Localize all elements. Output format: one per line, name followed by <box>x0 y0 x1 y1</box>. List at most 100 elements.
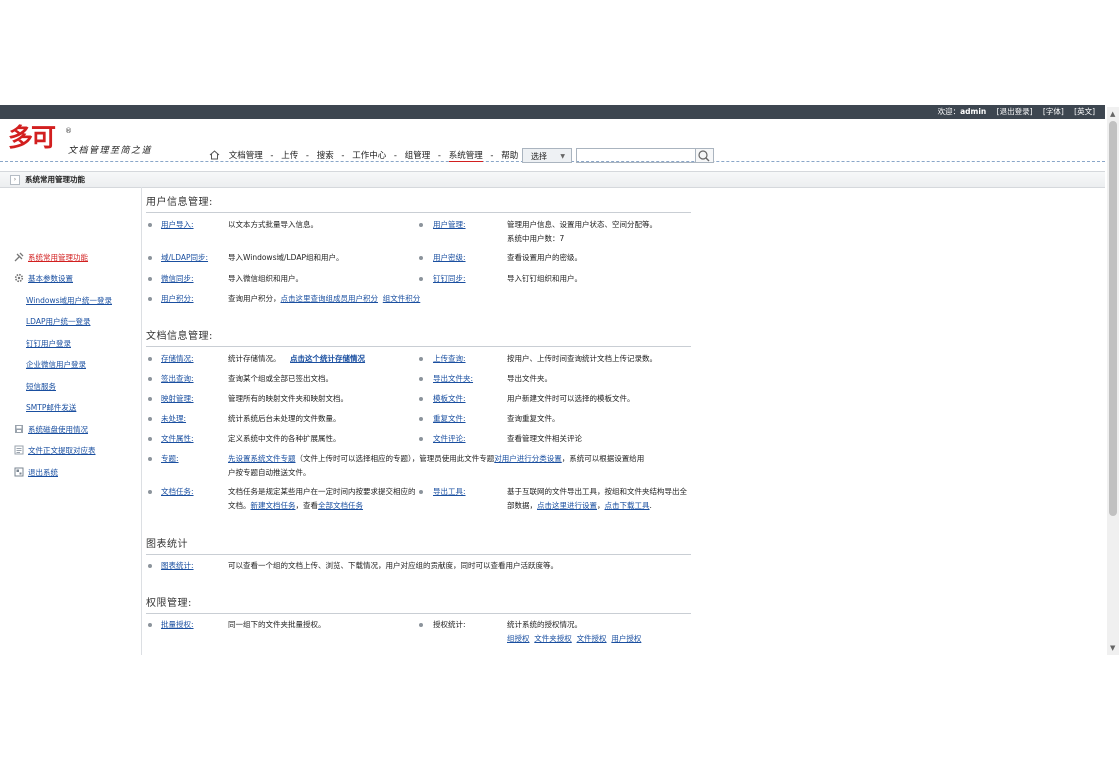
storage-stats-link[interactable]: 点击这个统计存储情况 <box>290 354 365 363</box>
sidebar-item-wecom-login[interactable]: 企业微信用户登录 <box>26 359 86 370</box>
collapse-toggle-icon[interactable]: › <box>10 175 20 185</box>
sidebar: 系统常用管理功能 基本参数设置 Windows域用户统一登录 LDAP用户统一登… <box>6 187 142 655</box>
unprocessed-link[interactable]: 未处理: <box>161 412 186 426</box>
sidebar-item-exit[interactable]: 退出系统 <box>14 467 58 478</box>
wechat-sync-link[interactable]: 微信同步: <box>161 272 194 286</box>
file-auth-link[interactable]: 文件授权 <box>577 634 607 643</box>
export-folder-link[interactable]: 导出文件夹: <box>433 372 473 386</box>
bullet-icon <box>419 256 423 260</box>
sidebar-item-basic-params[interactable]: 基本参数设置 <box>14 273 73 284</box>
section-user-info: 用户信息管理: <box>146 193 691 213</box>
bullet-icon <box>148 623 152 627</box>
group-file-points-link[interactable]: 组文件积分 <box>383 294 421 303</box>
language-link[interactable]: [英文] <box>1074 107 1095 116</box>
set-topic-link[interactable]: 先设置系统文件专题 <box>228 454 296 463</box>
checkout-query-desc: 查询某个组或全部已签出文档。 <box>228 374 333 383</box>
gear-icon <box>14 273 24 283</box>
nav-separator: - <box>270 151 274 161</box>
user-import-link[interactable]: 用户导入: <box>161 218 194 232</box>
sidebar-item-text-extract[interactable]: 文件正文提取对应表 <box>14 445 96 456</box>
checkout-query-link[interactable]: 签出查询: <box>161 372 194 386</box>
section-title: 文档信息管理: <box>146 327 691 347</box>
export-tool-link[interactable]: 导出工具: <box>433 485 466 499</box>
file-comment-link[interactable]: 文件评论: <box>433 432 466 446</box>
topic-link[interactable]: 专题: <box>161 452 179 466</box>
bullet-icon <box>419 397 423 401</box>
search-input[interactable] <box>576 148 696 163</box>
ldap-sync-link[interactable]: 域/LDAP同步: <box>161 251 208 265</box>
user-manage-desc: 管理用户信息、设置用户状态、空间分配等。 <box>507 220 657 229</box>
mapping-manage-desc: 管理所有的映射文件夹和映射文档。 <box>228 394 348 403</box>
auth-stats-label: 授权统计: <box>433 620 466 629</box>
bullet-icon <box>148 490 152 494</box>
sidebar-item-smtp[interactable]: SMTP邮件发送 <box>26 402 76 413</box>
nav-system-manage[interactable]: 系统管理 <box>448 151 483 162</box>
welcome-text: 欢迎：admin <box>937 107 987 116</box>
nav-search[interactable]: 搜索 <box>317 151 334 161</box>
upload-query-desc: 按用户、上传时间查询统计文档上传记录数。 <box>507 354 657 363</box>
doc-task-link[interactable]: 文档任务: <box>161 485 194 499</box>
batch-auth-link[interactable]: 批量授权: <box>161 618 194 632</box>
user-secret-level-link[interactable]: 用户密级: <box>433 251 466 265</box>
sidebar-item-ldap-login[interactable]: LDAP用户统一登录 <box>26 316 90 327</box>
chart-stats-link[interactable]: 图表统计: <box>161 559 194 573</box>
sidebar-item-disk-usage[interactable]: 系统磁盘使用情况 <box>14 424 88 435</box>
search-scope-select[interactable]: 选择 ▼ <box>522 148 572 163</box>
search-icon <box>698 150 710 162</box>
all-doc-task-link[interactable]: 全部文档任务 <box>318 501 363 510</box>
user-points-link[interactable]: 用户积分: <box>161 292 194 306</box>
home-icon[interactable] <box>209 150 220 163</box>
nav-help[interactable]: 帮助 <box>501 151 518 161</box>
duplicate-file-link[interactable]: 重复文件: <box>433 412 466 426</box>
nav-upload[interactable]: 上传 <box>281 151 298 161</box>
storage-link[interactable]: 存储情况: <box>161 352 194 366</box>
user-import-desc: 以文本方式批量导入信息。 <box>228 220 318 229</box>
registered-mark: ® <box>65 127 72 135</box>
file-attr-link[interactable]: 文件属性: <box>161 432 194 446</box>
user-auth-link[interactable]: 用户授权 <box>611 634 641 643</box>
bullet-icon <box>148 256 152 260</box>
search-button[interactable] <box>696 148 714 163</box>
section-chart-stats: 图表统计 <box>146 535 691 555</box>
folder-auth-link[interactable]: 文件夹授权 <box>534 634 572 643</box>
nav-doc-manage[interactable]: 文档管理 <box>229 151 263 161</box>
bullet-icon <box>148 437 152 441</box>
sidebar-item-windows-login[interactable]: Windows域用户统一登录 <box>26 295 112 306</box>
nav-work-center[interactable]: 工作中心 <box>352 151 386 161</box>
scroll-up-icon[interactable]: ▲ <box>1110 110 1115 118</box>
bullet-icon <box>148 377 152 381</box>
scrollbar-thumb[interactable] <box>1109 121 1117 516</box>
bullet-icon <box>419 277 423 281</box>
group-auth-link[interactable]: 组授权 <box>507 634 530 643</box>
upload-query-link[interactable]: 上传查询: <box>433 352 466 366</box>
dingtalk-sync-link[interactable]: 钉钉同步: <box>433 272 466 286</box>
download-tool-link[interactable]: 点击下载工具 <box>605 501 650 510</box>
bullet-icon <box>148 564 152 568</box>
user-secret-level-desc: 查看设置用户的密级。 <box>507 253 582 262</box>
vertical-scrollbar[interactable]: ▲ ▼ <box>1107 107 1119 655</box>
topic-desc: 先设置系统文件专题（文件上传时可以选择相应的专题），管理员使用此文件专题对用户进… <box>228 454 645 477</box>
nav-separator: - <box>437 151 441 161</box>
logout-link[interactable]: [退出登录] <box>997 107 1033 116</box>
username: admin <box>960 107 987 116</box>
export-tool-setting-link[interactable]: 点击这里进行设置 <box>537 501 597 510</box>
font-link[interactable]: [字体] <box>1043 107 1064 116</box>
new-doc-task-link[interactable]: 新建文档任务 <box>251 501 296 510</box>
mapping-manage-link[interactable]: 映射管理: <box>161 392 194 406</box>
template-file-link[interactable]: 模板文件: <box>433 392 466 406</box>
bullet-icon <box>419 623 423 627</box>
sidebar-item-dingtalk-login[interactable]: 钉钉用户登录 <box>26 338 71 349</box>
user-manage-link[interactable]: 用户管理: <box>433 218 466 232</box>
bullet-icon <box>419 377 423 381</box>
sidebar-item-common[interactable]: 系统常用管理功能 <box>14 252 88 263</box>
section-title: 权限管理: <box>146 594 691 614</box>
scroll-down-icon[interactable]: ▼ <box>1110 644 1115 652</box>
bullet-icon <box>148 223 152 227</box>
group-member-points-link[interactable]: 点击这里查询组成员用户积分 <box>281 294 379 303</box>
auth-stats-desc: 统计系统的授权情况。 <box>507 620 582 629</box>
user-points-desc: 查询用户积分，点击这里查询组成员用户积分 组文件积分 <box>228 294 421 303</box>
nav-group-manage[interactable]: 组管理 <box>405 151 431 161</box>
user-category-setting-link[interactable]: 对用户进行分类设置 <box>494 454 562 463</box>
sidebar-item-sms[interactable]: 短信服务 <box>26 381 56 392</box>
nav-separator: - <box>305 151 309 161</box>
